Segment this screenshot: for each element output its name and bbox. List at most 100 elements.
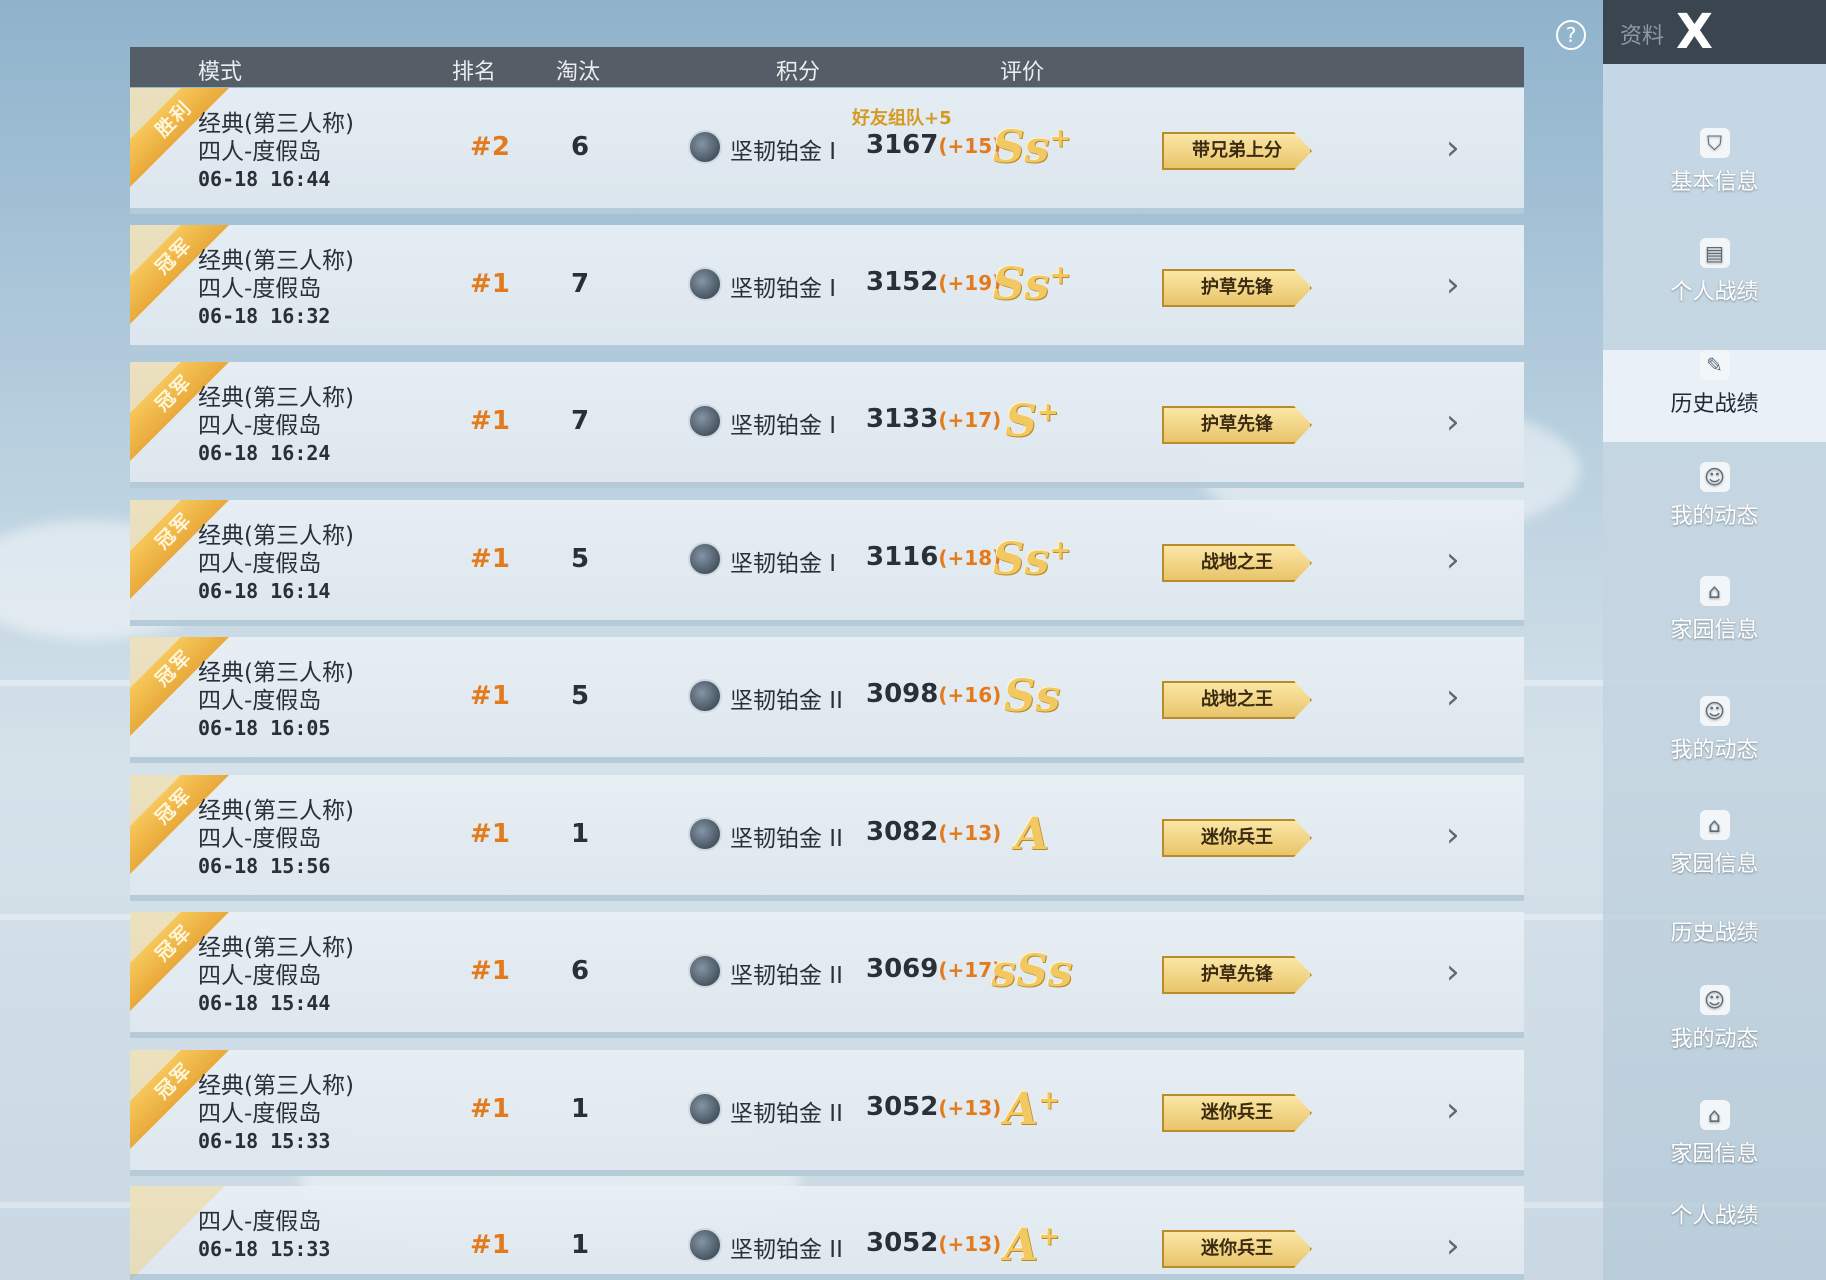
sidebar-item-label: 个人战绩 [1670, 1204, 1759, 1229]
sidebar-title: 资料 [1620, 24, 1665, 49]
grade-letter: Ss [1003, 671, 1061, 722]
history-row[interactable]: 冠军 经典(第三人称) 四人-度假岛 06-18 16:05 #1 5 坚韧铂金… [130, 637, 1524, 763]
sidebar-item[interactable]: ⌂ 家园信息 [1603, 576, 1826, 644]
chevron-right-icon[interactable]: › [1446, 677, 1460, 717]
chevron-right-icon[interactable]: › [1446, 1090, 1460, 1130]
history-row[interactable]: 冠军 经典(第三人称) 四人-度假岛 06-18 15:56 #1 1 坚韧铂金… [130, 775, 1524, 901]
chevron-right-icon[interactable]: › [1446, 540, 1460, 580]
sidebar-item-label: 基本信息 [1670, 170, 1759, 195]
map-name: 四人-度假岛 [198, 826, 322, 852]
chevron-right-icon[interactable]: › [1446, 952, 1460, 992]
mode-name: 经典(第三人称) [198, 523, 354, 549]
mode-info: 经典(第三人称) 四人-度假岛 06-18 16:05 [198, 659, 354, 741]
grade-plus: + [1036, 397, 1059, 428]
rank-value: #1 [470, 819, 510, 849]
history-row[interactable]: 冠军 经典(第三人称) 四人-度假岛 06-18 16:14 #1 5 坚韧铂金… [130, 500, 1524, 626]
sidebar-item[interactable]: ⌂ 家园信息 [1603, 810, 1826, 878]
user-shield-icon: ⛉ [1699, 128, 1730, 158]
chevron-right-icon[interactable]: › [1446, 815, 1460, 855]
chevron-right-icon[interactable]: › [1446, 128, 1460, 168]
history-row[interactable]: 冠军 经典(第三人称) 四人-度假岛 06-18 15:33 #1 1 坚韧铂金… [130, 1050, 1524, 1176]
title-badge: 护草先锋 [1162, 956, 1312, 994]
grade-value: Ss [982, 671, 1082, 722]
history-row[interactable]: 冠军 经典(第三人称) 四人-度假岛 06-18 16:32 #1 7 坚韧铂金… [130, 225, 1524, 351]
kills-value: 5 [570, 681, 590, 711]
chevron-right-icon[interactable]: › [1446, 265, 1460, 305]
sidebar-item[interactable]: ▤ 个人战绩 [1603, 238, 1826, 306]
tier-name: 坚韧铂金 I [730, 139, 837, 165]
score-value: 3052(+13) [866, 1228, 1001, 1258]
sidebar-item[interactable]: ✎ 历史战绩 [1603, 350, 1826, 442]
chevron-right-icon[interactable]: › [1446, 402, 1460, 442]
grade-value: Ss+ [982, 534, 1082, 585]
mode-name: 经典(第三人称) [198, 385, 354, 411]
mode-name: 经典(第三人称) [198, 1073, 354, 1099]
grade-value: A [982, 809, 1082, 860]
sidebar-item[interactable]: ☺ 我的动态 [1603, 462, 1826, 530]
title-badge: 迷你兵王 [1162, 1230, 1312, 1268]
grade-letter: Ss [992, 259, 1050, 310]
grade-plus: + [1049, 260, 1072, 291]
grade-plus: + [1038, 1221, 1060, 1252]
history-row[interactable]: 四人-度假岛 06-18 15:33 #1 1 坚韧铂金 II 3052(+13… [130, 1186, 1524, 1280]
score-value: 3116(+18) [866, 542, 1001, 572]
mode-info: 经典(第三人称) 四人-度假岛 06-18 16:14 [198, 522, 354, 604]
tier-name: 坚韧铂金 II [730, 1101, 843, 1127]
mode-info: 经典(第三人称) 四人-度假岛 06-18 16:44 [198, 110, 354, 192]
score-number: 3116 [866, 542, 939, 572]
home-card-icon: ⌂ [1699, 810, 1730, 840]
sidebar-item[interactable]: ⌂ 家园信息 [1603, 1100, 1826, 1168]
tier-helmet-icon [688, 542, 722, 576]
sidebar-item-label: 家园信息 [1670, 618, 1759, 643]
match-time: 06-18 16:24 [198, 441, 331, 465]
title-badge: 护草先锋 [1162, 406, 1312, 444]
sidebar-item[interactable]: 个人战绩 [1603, 1198, 1826, 1230]
title-badge: 战地之王 [1162, 681, 1312, 719]
tier-helmet-icon [688, 954, 722, 988]
tier-name: 坚韧铂金 II [730, 688, 843, 714]
mode-name: 经典(第三人称) [198, 248, 354, 274]
chevron-right-icon[interactable]: › [1446, 1226, 1460, 1266]
sidebar-item[interactable]: 历史战绩 [1603, 915, 1826, 947]
table-header: 模式 排名 淘汰 积分 评价 [130, 47, 1524, 87]
score-number: 3152 [866, 267, 939, 297]
mode-info: 经典(第三人称) 四人-度假岛 06-18 15:56 [198, 797, 354, 879]
score-value: 3152(+19) [866, 267, 1001, 297]
kills-value: 1 [570, 819, 590, 849]
sidebar-item[interactable]: ☺ 我的动态 [1603, 985, 1826, 1053]
tier-helmet-icon [688, 1228, 722, 1262]
mode-info: 经典(第三人称) 四人-度假岛 06-18 16:24 [198, 384, 354, 466]
tier-helmet-icon [688, 404, 722, 438]
title-badge: 护草先锋 [1162, 269, 1312, 307]
kills-value: 1 [570, 1230, 590, 1260]
grade-plus: + [1049, 123, 1072, 154]
map-name: 四人-度假岛 [198, 688, 322, 714]
score-value: 3167(+15) [866, 130, 1001, 160]
header-mode: 模式 [198, 60, 243, 85]
match-time: 06-18 15:56 [198, 854, 331, 878]
history-row[interactable]: 冠军 经典(第三人称) 四人-度假岛 06-18 16:24 #1 7 坚韧铂金… [130, 362, 1524, 488]
history-row[interactable]: 冠军 经典(第三人称) 四人-度假岛 06-18 15:44 #1 6 坚韧铂金… [130, 912, 1524, 1038]
score-number: 3098 [866, 679, 939, 709]
title-badge: 战地之王 [1162, 544, 1312, 582]
grade-letter: S [1005, 396, 1037, 447]
help-icon[interactable]: ? [1556, 20, 1586, 50]
mode-name: 经典(第三人称) [198, 111, 354, 137]
mode-name: 经典(第三人称) [198, 660, 354, 686]
report-icon: ▤ [1699, 238, 1730, 268]
row-divider [130, 345, 1524, 351]
history-row[interactable]: 胜利 经典(第三人称) 四人-度假岛 06-18 16:44 #2 6 好友组队… [130, 88, 1524, 214]
score-value: 3133(+17) [866, 404, 1001, 434]
sidebar-item[interactable]: ⛉ 基本信息 [1603, 128, 1826, 196]
tier-name: 坚韧铂金 I [730, 276, 837, 302]
grade-letter: A [1004, 1220, 1039, 1271]
row-divider [130, 757, 1524, 763]
close-icon[interactable]: X [1676, 4, 1713, 60]
grade-value: S+ [982, 396, 1082, 447]
tier-name: 坚韧铂金 II [730, 826, 843, 852]
sidebar-item[interactable]: ☺ 我的动态 [1603, 696, 1826, 764]
tier-helmet-icon [688, 1092, 722, 1126]
grade-letter: A [1004, 1084, 1039, 1135]
grade-value: sSs [982, 946, 1082, 997]
score-value: 3082(+13) [866, 817, 1001, 847]
